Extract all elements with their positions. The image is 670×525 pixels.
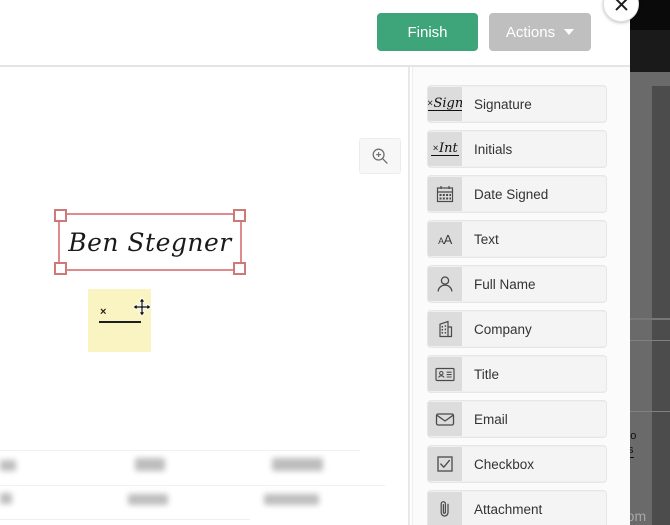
palette-item-label: Company xyxy=(462,312,606,346)
palette-item-text[interactable]: AA Text xyxy=(427,220,607,258)
move-cursor-icon xyxy=(132,297,152,317)
background-right-column xyxy=(652,86,670,525)
signing-modal: Finish Actions Ben Stegner × ×Sign Signa… xyxy=(0,0,630,525)
palette-item-signature[interactable]: ×Sign Signature xyxy=(427,85,607,123)
paperclip-icon xyxy=(428,492,462,525)
document-blurred-text xyxy=(128,494,168,505)
palette-item-label: Full Name xyxy=(462,267,606,301)
palette-item-label: Checkbox xyxy=(462,447,606,481)
palette-item-label: Date Signed xyxy=(462,177,606,211)
id-card-icon xyxy=(428,357,462,391)
palette-item-checkbox[interactable]: Checkbox xyxy=(427,445,607,483)
resize-handle-bottom-left[interactable] xyxy=(54,262,67,275)
document-blurred-text xyxy=(0,493,12,504)
palette-item-company[interactable]: Company xyxy=(427,310,607,348)
document-blurred-text xyxy=(135,458,165,471)
modal-header: Finish Actions xyxy=(0,0,630,66)
palette-item-title[interactable]: Title xyxy=(427,355,607,393)
palette-item-email[interactable]: Email xyxy=(427,400,607,438)
document-blurred-text xyxy=(264,494,319,505)
resize-handle-top-right[interactable] xyxy=(233,209,246,222)
zoom-in-button[interactable] xyxy=(359,138,401,174)
zoom-in-icon xyxy=(372,148,388,164)
document-rule xyxy=(0,450,360,451)
palette-item-label: Signature xyxy=(462,87,606,121)
signature-value: Ben Stegner xyxy=(68,227,232,257)
chevron-down-icon xyxy=(564,29,575,35)
close-icon xyxy=(615,0,627,10)
document-blurred-text xyxy=(0,460,16,471)
finish-button[interactable]: Finish xyxy=(377,13,478,51)
palette-item-initials[interactable]: ×Int Initials xyxy=(427,130,607,168)
palette-item-label: Initials xyxy=(462,132,606,166)
signature-marker: × xyxy=(100,306,107,318)
canvas-panel-divider xyxy=(408,67,410,525)
palette-item-label: Text xyxy=(462,222,606,256)
actions-button[interactable]: Actions xyxy=(489,13,591,51)
initials-icon: ×Int xyxy=(428,132,462,166)
signature-icon: ×Sign xyxy=(428,87,465,121)
building-icon xyxy=(428,312,462,346)
field-palette: ×Sign Signature ×Int Initials Date Signe… xyxy=(413,67,630,525)
document-rule xyxy=(0,519,250,520)
palette-item-attachment[interactable]: Attachment xyxy=(427,490,607,525)
palette-item-full-name[interactable]: Full Name xyxy=(427,265,607,303)
signature-baseline xyxy=(99,321,141,323)
palette-item-label: Email xyxy=(462,402,606,436)
person-icon xyxy=(428,267,462,301)
palette-item-label: Title xyxy=(462,357,606,391)
placed-signature-field[interactable]: Ben Stegner xyxy=(54,209,246,275)
resize-handle-bottom-right[interactable] xyxy=(233,262,246,275)
document-rule xyxy=(0,485,385,486)
checkbox-icon xyxy=(428,447,462,481)
text-icon: AA xyxy=(428,222,462,256)
actions-button-label: Actions xyxy=(505,23,556,41)
calendar-icon xyxy=(428,177,462,211)
palette-item-date-signed[interactable]: Date Signed xyxy=(427,175,607,213)
document-canvas[interactable]: Ben Stegner × xyxy=(0,67,408,525)
envelope-icon xyxy=(428,402,462,436)
pending-signature-field[interactable]: × xyxy=(88,289,152,352)
document-blurred-text xyxy=(272,458,323,471)
resize-handle-top-left[interactable] xyxy=(54,209,67,222)
palette-item-label: Attachment xyxy=(462,492,606,525)
